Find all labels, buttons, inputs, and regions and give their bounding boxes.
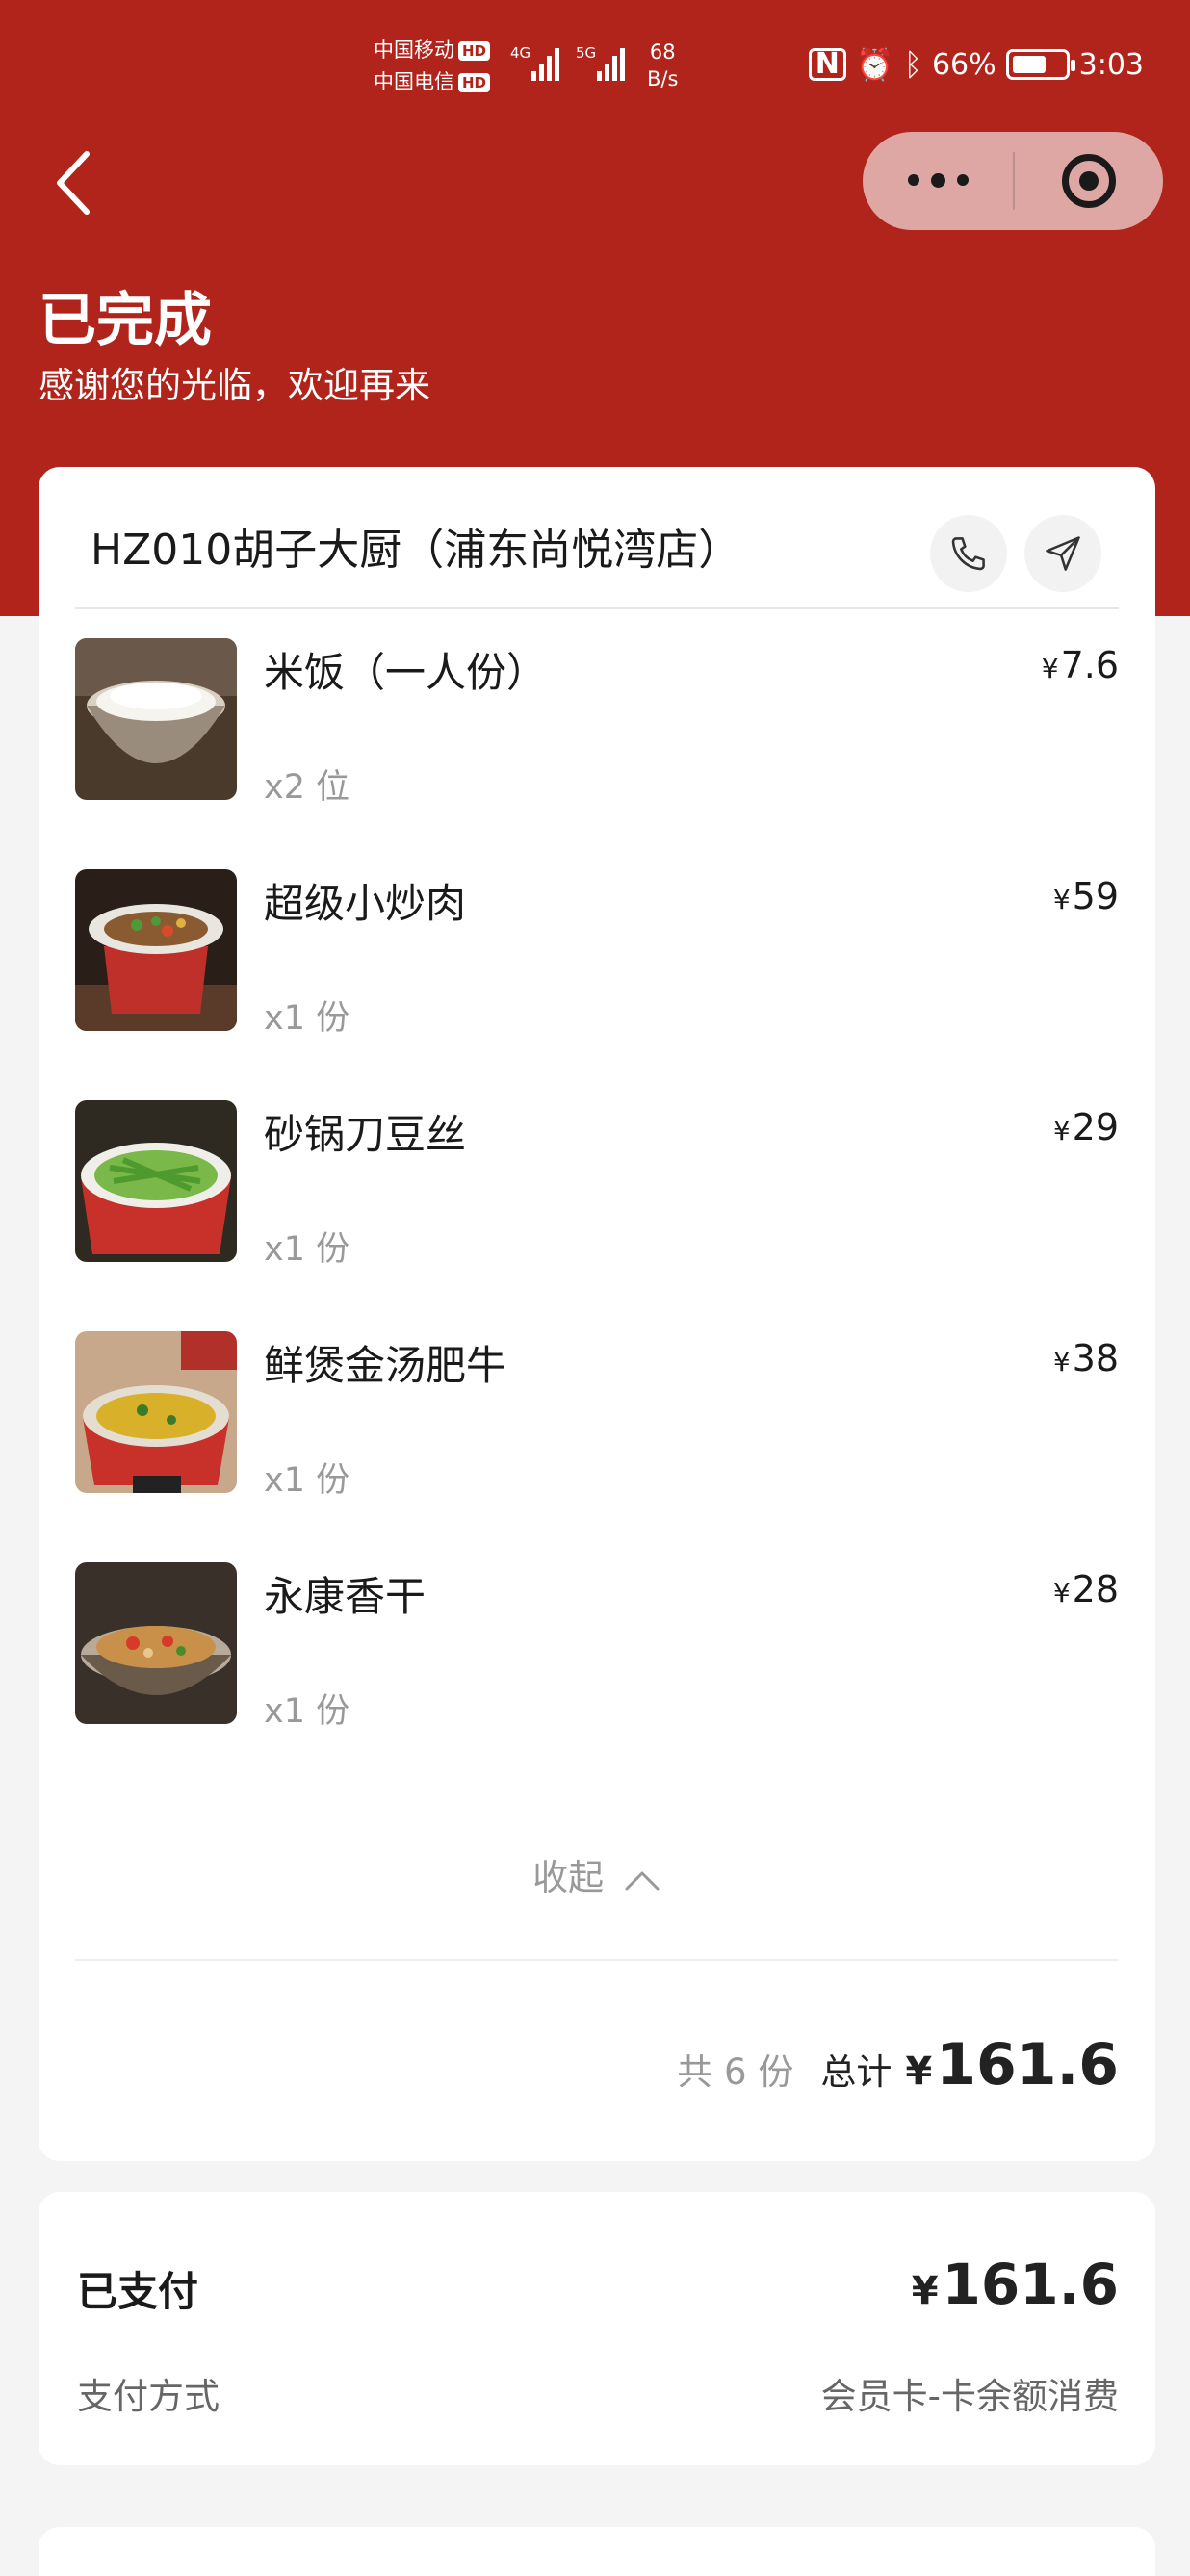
chevron-left-icon[interactable]	[54, 144, 112, 221]
nfc-icon: N	[808, 48, 846, 81]
page-subtitle: 感谢您的光临，欢迎再来	[39, 365, 430, 406]
item-price: ¥29	[1052, 1106, 1119, 1148]
item-name: 砂锅刀豆丝	[264, 1111, 467, 1158]
hd-badge: HD	[458, 41, 491, 61]
target-icon[interactable]	[1015, 154, 1163, 208]
item-quantity: x1 份	[264, 999, 350, 1038]
phone-icon[interactable]	[930, 515, 1007, 592]
signal-icon	[597, 46, 625, 81]
item-name: 米饭（一人份）	[264, 649, 548, 696]
chevron-up-icon	[625, 1871, 660, 1890]
alarm-icon: ⏰	[855, 46, 894, 83]
item-price: ¥7.6	[1041, 644, 1119, 686]
total-currency: ¥	[905, 2049, 933, 2094]
payment-amount: ¥ 161.6	[911, 2252, 1119, 2317]
battery-percent: 66%	[931, 47, 996, 82]
bluetooth-icon: ᛒ	[903, 46, 922, 83]
item-name: 鲜煲金汤肥牛	[264, 1342, 507, 1389]
mini-program-capsule	[863, 132, 1163, 230]
dish-image	[75, 1331, 237, 1493]
list-item[interactable]: 砂锅刀豆丝 x1 份 ¥29	[75, 1100, 1119, 1269]
store-name: HZ010胡子大厨（浦东尚悦湾店）	[91, 526, 741, 575]
collapse-label: 收起	[532, 1857, 605, 1898]
status-right: N ⏰ ᛒ 66% 3:03	[808, 46, 1144, 83]
list-item[interactable]: 超级小炒肉 x1 份 ¥59	[75, 869, 1119, 1038]
clock: 3:03	[1078, 47, 1144, 82]
hd-badge: HD	[458, 73, 491, 92]
next-card	[39, 2527, 1155, 2576]
total-label: 总计	[820, 2051, 892, 2093]
payment-method-label: 支付方式	[77, 2376, 220, 2417]
signal-icon	[531, 46, 559, 81]
order-total: 共 6 份 总计 ¥ 161.6	[677, 2031, 1119, 2099]
payment-card: 已支付 ¥ 161.6 支付方式 会员卡-卡余额消费	[39, 2192, 1155, 2465]
summary-divider	[75, 1959, 1119, 1961]
list-item[interactable]: 永康香干 x1 份 ¥28	[75, 1562, 1119, 1731]
more-dots-icon[interactable]	[863, 173, 1013, 188]
list-item[interactable]: 米饭（一人份） x2 位 ¥7.6	[75, 638, 1119, 807]
network-type-2: 5G	[576, 44, 597, 62]
item-name: 永康香干	[264, 1573, 427, 1620]
carrier-1: 中国移动	[374, 39, 454, 62]
item-name: 超级小炒肉	[264, 880, 467, 927]
dish-image	[75, 1100, 237, 1262]
item-quantity: x1 份	[264, 1230, 350, 1269]
item-price: ¥38	[1052, 1337, 1119, 1379]
status-bar: 中国移动 HD 中国电信 HD 4G 5G 68 B/s N ⏰ ᛒ 66% 3:0…	[0, 0, 1190, 135]
page-title: 已完成	[39, 287, 212, 354]
battery-icon	[1005, 49, 1075, 80]
item-quantity: x1 份	[264, 1692, 350, 1731]
list-item[interactable]: 鲜煲金汤肥牛 x1 份 ¥38	[75, 1331, 1119, 1500]
dish-image	[75, 869, 237, 1031]
item-quantity: x2 位	[264, 768, 350, 807]
payment-method-value: 会员卡-卡余额消费	[820, 2376, 1119, 2417]
payment-status: 已支付	[77, 2268, 199, 2315]
carrier-info: 中国移动 HD 中国电信 HD	[374, 35, 491, 98]
item-count: 共 6 份	[677, 2051, 794, 2093]
network-type-1: 4G	[510, 44, 531, 62]
carrier-2: 中国电信	[374, 70, 454, 93]
network-speed: 68 B/s	[647, 40, 679, 90]
total-amount: 161.6	[936, 2031, 1119, 2099]
item-quantity: x1 份	[264, 1461, 350, 1500]
dish-image	[75, 638, 237, 800]
navigation-arrow-icon[interactable]	[1024, 515, 1101, 592]
dish-image	[75, 1562, 237, 1724]
store-divider	[75, 607, 1119, 609]
item-price: ¥28	[1052, 1568, 1119, 1610]
collapse-button[interactable]: 收起	[39, 1848, 1155, 1900]
order-card: HZ010胡子大厨（浦东尚悦湾店） 米饭（一人份） x2 位 ¥7.6 超级小炒…	[39, 467, 1155, 2161]
item-price: ¥59	[1052, 875, 1119, 917]
